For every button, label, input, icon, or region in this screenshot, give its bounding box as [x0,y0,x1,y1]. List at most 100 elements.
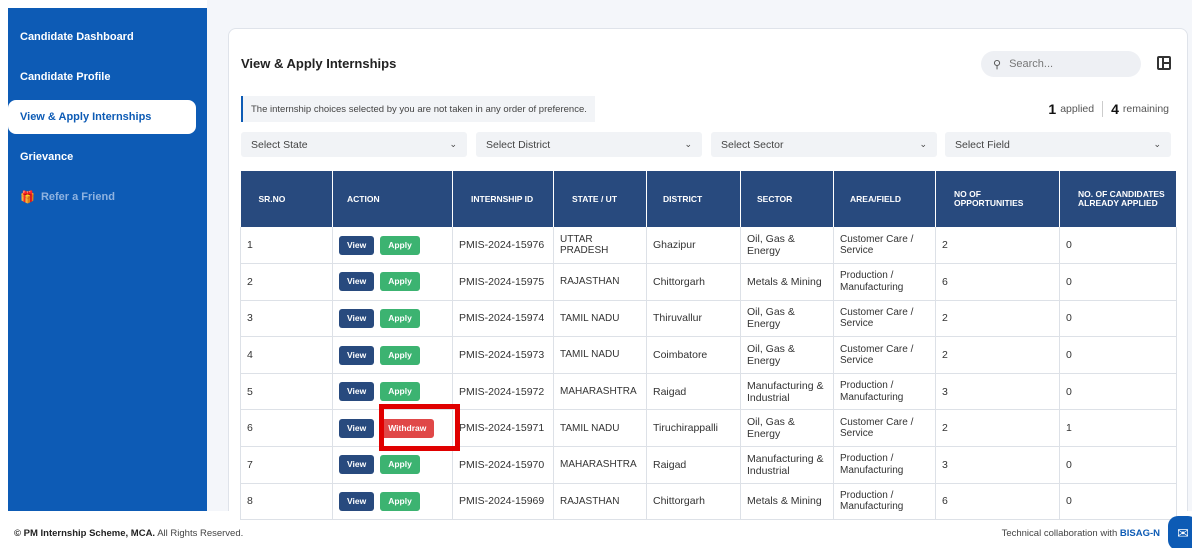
cell-sector: Metals & Mining [740,483,834,521]
table-row: 4 View Apply PMIS-2024-15973 TAMIL NADU Coimb… [240,336,1177,374]
select-value: Select Field [955,138,1010,151]
sidebar-item-label: View & Apply Internships [20,111,152,123]
column-header: NO. OF CANDIDATES ALREADY APPLIED [1059,171,1177,227]
cell-area: Customer Care / Service [833,336,936,374]
view-button[interactable]: View [339,308,375,328]
sidebar-item-view-apply-internships[interactable]: View & Apply Internships [8,100,196,134]
cell-id: PMIS-2024-15975 [452,263,554,301]
cell-opps: 2 [935,336,1060,374]
remaining-count: 4 [1111,101,1119,117]
cell-sector: Oil, Gas & Energy [740,409,834,448]
view-button[interactable]: View [339,418,375,438]
apply-button[interactable]: Apply [380,235,420,255]
state-select[interactable]: Select State ⌄ [241,132,467,157]
table-row: 1 View Apply PMIS-2024-15976 UTTAR PRADESH Gh… [240,227,1177,265]
cell-action: View Apply [332,300,453,338]
table-header-row: SR.NO ACTION INTERNSHIP ID STATE / UT DI… [240,171,1177,227]
chatbot-icon[interactable]: ✉ [1168,516,1192,548]
chevron-down-icon: ⌄ [449,139,457,149]
cell-district: Coimbatore [646,336,741,374]
view-button[interactable]: View [339,235,375,255]
table-row: 8 View Apply PMIS-2024-15969 RAJASTHAN Chitto… [240,483,1177,521]
cell-sector: Oil, Gas & Energy [740,300,834,338]
cell-action: View Apply [332,336,453,374]
cell-district: Ghazipur [646,227,741,265]
apply-button[interactable]: Apply [380,345,420,365]
withdraw-highlight-box [379,404,460,451]
cell-sr: 1 [240,227,333,265]
internships-table: SR.NO ACTION INTERNSHIP ID STATE / UT DI… [240,171,1177,521]
internships-card: View & Apply Internships ⚲ Search... The… [228,28,1188,521]
footer-copyright: © PM Internship Scheme, MCA. All Rights … [14,528,243,539]
view-button[interactable]: View [339,345,375,365]
apply-button[interactable]: Apply [380,491,420,511]
cell-sector: Metals & Mining [740,263,834,301]
view-button[interactable]: View [339,382,375,402]
cell-sr: 3 [240,300,333,338]
sidebar-item-refer-a-friend[interactable]: 🎁 Refer a Friend [8,180,196,214]
apply-button[interactable]: Apply [380,272,420,292]
apply-button[interactable]: Apply [380,308,420,328]
application-counts: 1 applied 4 remaining [1048,101,1169,117]
cell-area: Production / Manufacturing [833,373,936,411]
cell-id: PMIS-2024-15970 [452,446,554,484]
cell-state: TAMIL NADU [553,336,647,374]
apply-button[interactable]: Apply [380,382,420,402]
cell-opps: 2 [935,409,1060,448]
preference-note: The internship choices selected by you a… [241,96,595,122]
sector-select[interactable]: Select Sector ⌄ [711,132,937,157]
view-button[interactable]: View [339,491,375,511]
sidebar-item-candidate-profile[interactable]: Candidate Profile [8,60,196,94]
sidebar-item-label: Refer a Friend [40,191,115,203]
cell-applied: 0 [1059,373,1177,411]
sidebar-item-candidate-dashboard[interactable]: Candidate Dashboard [8,20,196,54]
footer-rights: All Rights Reserved. [157,528,244,539]
table-row: 3 View Apply PMIS-2024-15974 TAMIL NADU Thiru… [240,300,1177,338]
field-select[interactable]: Select Field ⌄ [945,132,1171,157]
collab-brand[interactable]: BISAG-N [1120,528,1160,539]
sidebar-item-grievance[interactable]: Grievance [8,140,196,174]
cell-sector: Oil, Gas & Energy [740,336,834,374]
cell-opps: 6 [935,263,1060,301]
apply-button[interactable]: Apply [380,455,420,475]
view-button[interactable]: View [339,455,375,475]
footer-brand: © PM Internship Scheme, MCA. [14,528,156,539]
applied-count: 1 [1048,101,1057,117]
cell-action: View Apply [332,483,453,521]
search-input[interactable]: ⚲ Search... [981,51,1141,77]
footer-collaboration: Technical collaboration with BISAG-N [1002,528,1160,539]
column-header: STATE / UT [553,171,647,227]
district-select[interactable]: Select District ⌄ [476,132,702,157]
cell-state: UTTAR PRADESH [553,227,647,265]
cell-area: Production / Manufacturing [833,483,936,521]
gift-icon: 🎁 [20,190,35,204]
cell-action: View Apply [332,446,453,484]
column-header: AREA/FIELD [833,171,936,227]
view-button[interactable]: View [339,272,375,292]
sidebar-item-label: Grievance [20,151,74,163]
cell-sector: Manufacturing & Industrial [740,373,834,411]
cell-action: View Apply [332,263,453,301]
cell-area: Production / Manufacturing [833,263,936,301]
column-header: NO OF OPPORTUNITIES [935,171,1060,227]
cell-action: View Apply [332,227,453,265]
chevron-down-icon: ⌄ [919,139,927,149]
cell-applied: 0 [1059,446,1177,484]
cell-district: Raigad [646,373,741,411]
cell-area: Customer Care / Service [833,300,936,338]
page-title: View & Apply Internships [241,56,397,71]
cell-state: MAHARASHTRA [553,373,647,411]
cell-applied: 0 [1059,227,1177,265]
cell-id: PMIS-2024-15973 [452,336,554,374]
cell-sector: Manufacturing & Industrial [740,446,834,484]
cell-area: Customer Care / Service [833,227,936,265]
layout-toggle-icon[interactable] [1157,56,1171,70]
cell-id: PMIS-2024-15976 [452,227,554,265]
cell-applied: 0 [1059,263,1177,301]
applied-label: applied [1060,103,1095,115]
cell-sr: 4 [240,336,333,374]
sidebar-item-label: Candidate Profile [20,71,111,83]
cell-opps: 2 [935,227,1060,265]
cell-district: Raigad [646,446,741,484]
column-header: SECTOR [740,171,834,227]
